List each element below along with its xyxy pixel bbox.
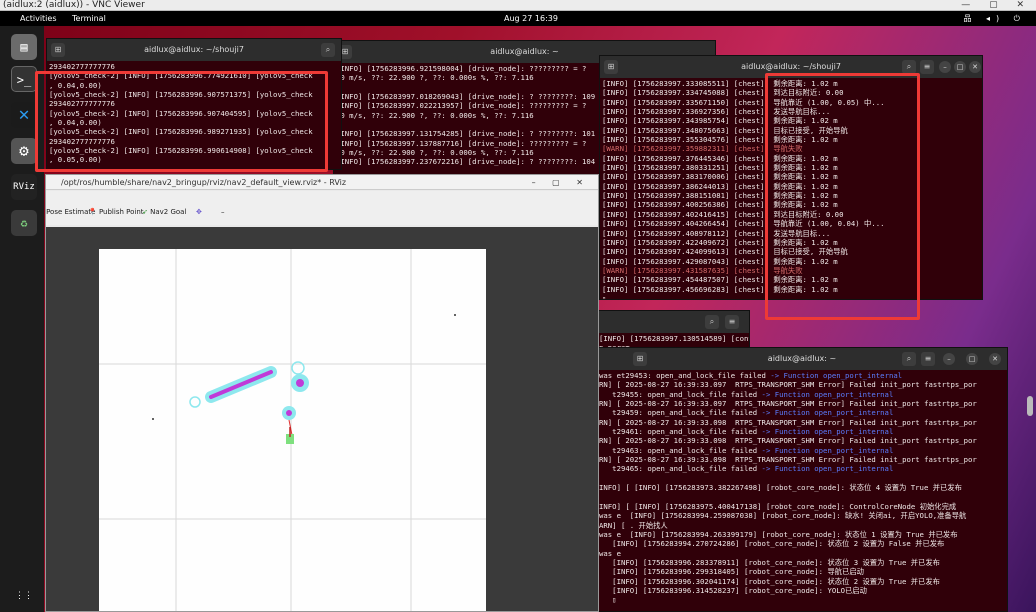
rviz-title: /opt/ros/humble/share/nav2_bringup/rviz/…	[46, 175, 598, 190]
folder-icon[interactable]: ▤	[11, 34, 37, 60]
minimize-icon[interactable]: –	[943, 353, 955, 365]
terminal-line: INFO] [ [INFO] [1756283973.382267498] [r…	[599, 483, 962, 493]
terminal-icon[interactable]: >_	[11, 66, 37, 92]
rviz-3d-view[interactable]	[46, 227, 599, 612]
minus-icon[interactable]: –	[221, 208, 225, 216]
terminal-line: t29459: open_and_lock_file failed -> Fun…	[599, 408, 894, 418]
settings-icon[interactable]: ⚙	[11, 138, 37, 164]
terminal-line: INFO] [ [INFO] [1756283975.400417138] [r…	[599, 501, 957, 511]
terminal-line: RN] [ 2025-08-27 16:39:33.097 RTPS_TRANS…	[599, 399, 977, 409]
search-icon[interactable]: ⌕	[321, 43, 335, 57]
scan-point	[152, 418, 154, 420]
terminal-line: [INFO] [1756283996.299318405] [robot_cor…	[599, 567, 864, 577]
terminal-output[interactable]: was et29453: open_and_lock_file failed -…	[597, 370, 1007, 611]
terminal-line: was e [INFO] [1756283994.263399179] [rob…	[599, 529, 958, 539]
move-icon[interactable]: ✥	[196, 208, 202, 216]
nav2-goal-tool[interactable]: ➶ Nav2 Goal	[142, 208, 186, 216]
obstacle	[286, 410, 292, 416]
terminal-line: t29465: open_and_lock_file failed -> Fun…	[599, 464, 894, 474]
map-canvas[interactable]	[46, 227, 599, 612]
window-title: aidlux@aidlux: ~/shouji7	[741, 62, 841, 71]
maximize-icon[interactable]: □	[954, 61, 966, 73]
terminal-line: t29463: open_and_lock_file failed -> Fun…	[599, 445, 894, 455]
trash-icon[interactable]: ♻	[11, 210, 37, 236]
terminal-line: [INFO] [1756283996.302041174] [robot_cor…	[599, 576, 940, 586]
publish-point-tool[interactable]: 📍 Publish Point	[88, 208, 144, 216]
terminal-line: RN] [ 2025-08-27 16:39:33.098 RTPS_TRANS…	[599, 436, 977, 446]
terminal-header: aidlux@aidlux: ~/shouji7 ⊞ ⌕	[47, 39, 341, 61]
menu-icon[interactable]: ≡	[725, 315, 739, 329]
rviz-icon[interactable]: RViz	[11, 174, 37, 200]
terminal-line: RN] [ 2025-08-27 16:39:33.097 RTPS_TRANS…	[599, 380, 977, 390]
close-icon[interactable]: ✕	[989, 353, 1001, 365]
clock[interactable]: Aug 27 16:39	[504, 11, 558, 26]
terminal-line: ARN] [ . 开始找人	[599, 520, 668, 530]
menu-icon[interactable]: ≡	[921, 352, 935, 366]
search-icon[interactable]: ⌕	[705, 315, 719, 329]
terminal-line: RN] [ 2025-08-27 16:39:33.098 RTPS_TRANS…	[599, 455, 977, 465]
vnc-title-bar: (aidlux:2 (aidlux)) - VNC Viewer — ▢ ✕	[0, 0, 1036, 11]
terminal-line: [INFO] [1756283994.270724286] [robot_cor…	[599, 539, 945, 549]
arrow-icon: ➶	[142, 208, 148, 216]
terminal-line: [INFO] [1756283997.130514589] [controlle…	[599, 334, 749, 343]
app-menu-terminal[interactable]: Terminal	[72, 11, 106, 26]
highlight-box	[35, 71, 328, 172]
obstacle	[296, 379, 304, 387]
terminal-window-core[interactable]: aidlux@aidlux: ~ ⊞ ⌕ ≡ – □ ✕ was et29453…	[596, 347, 1008, 612]
vnc-window-controls[interactable]: — ▢ ✕	[961, 0, 1032, 11]
map-area	[99, 249, 486, 611]
terminal-line: 293402777777776	[49, 62, 115, 71]
window-title: aidlux@aidlux: ~	[767, 354, 837, 363]
highlight-box	[765, 73, 920, 320]
terminal-line: was et29453: open_and_lock_file failed -…	[599, 371, 903, 380]
vscode-icon[interactable]: ✕	[11, 102, 37, 128]
terminal-line: t29461: open_and_lock_file failed -> Fun…	[599, 427, 894, 437]
search-icon[interactable]: ⌕	[902, 352, 916, 366]
system-tray[interactable]: 品 ◂) ⏻	[963, 11, 1026, 26]
window-title: aidlux@aidlux: ~	[490, 47, 559, 56]
apps-grid-icon[interactable]: ⋮⋮	[11, 590, 37, 602]
terminal-line: [INFO] [1756283996.314528237] [robot_cor…	[599, 585, 867, 595]
terminal-header: ⌕ ≡	[597, 311, 749, 333]
new-tab-icon[interactable]: ⊞	[604, 60, 618, 74]
vnc-title: (aidlux:2 (aidlux)) - VNC Viewer	[3, 0, 145, 10]
terminal-line: [INFO] [1756283996.283378911] [robot_cor…	[599, 557, 940, 567]
scan-point	[454, 314, 456, 316]
terminal-line: RN] [ 2025-08-27 16:39:33.098 RTPS_TRANS…	[599, 417, 977, 427]
search-icon[interactable]: ⌕	[902, 60, 916, 74]
menu-icon[interactable]: ≡	[920, 60, 934, 74]
terminal-header: aidlux@aidlux: ~ ⊞ ⌕ ≡ – □ ✕	[597, 348, 1007, 370]
terminal-line: ▯	[599, 595, 617, 605]
terminal-line: was e	[599, 548, 621, 558]
new-tab-icon[interactable]: ⊞	[633, 352, 647, 366]
terminal-line: was e [INFO] [1756283994.259087038] [rob…	[599, 511, 967, 521]
pin-icon: 📍	[88, 208, 97, 216]
rviz-toolbar: 2D Pose Estimate 📍 Publish Point ➶ Nav2 …	[46, 191, 598, 225]
activities-button[interactable]: Activities	[20, 11, 57, 26]
gnome-top-bar: Activities Terminal Aug 27 16:39 品 ◂) ⏻	[0, 11, 1036, 26]
rviz-window-controls[interactable]: – ▢ ✕	[532, 175, 590, 190]
rviz-window[interactable]: /opt/ros/humble/share/nav2_bringup/rviz/…	[45, 174, 599, 612]
terminal-line: t29455: open_and_lock_file failed -> Fun…	[599, 389, 894, 399]
maximize-icon[interactable]: □	[966, 353, 978, 365]
new-tab-icon[interactable]: ⊞	[51, 43, 65, 57]
scrollbar[interactable]	[1027, 396, 1033, 416]
window-title: aidlux@aidlux: ~/shouji7	[144, 45, 244, 54]
minimize-icon[interactable]: –	[939, 61, 951, 73]
close-icon[interactable]: ✕	[969, 61, 981, 73]
